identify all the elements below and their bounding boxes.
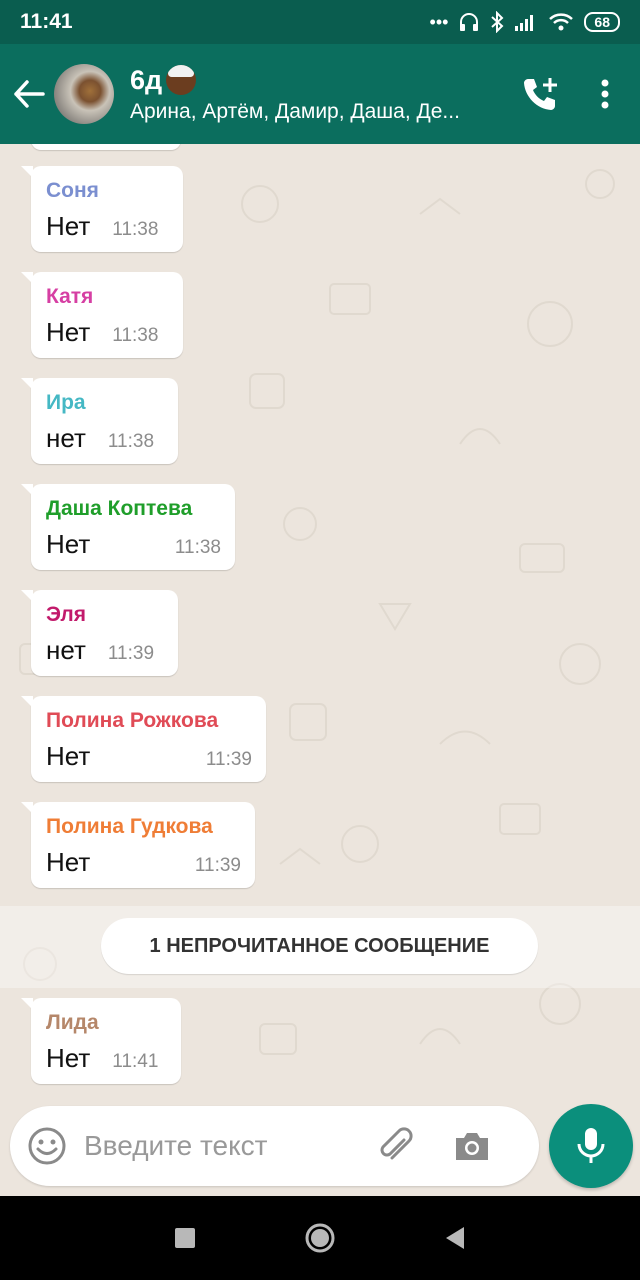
emoji-button[interactable] [26, 1125, 68, 1167]
message-time: 11:38 [107, 431, 155, 452]
system-nav-bar [0, 1196, 640, 1280]
camera-button[interactable] [450, 1124, 494, 1168]
chat-area[interactable]: Соня Нет 11:38 Катя Нет 11:38 Ира нет 11:38… [0, 144, 640, 1106]
chat-participants: Арина, Артём, Дамир, Даша, Де... [130, 99, 460, 123]
message-bubble[interactable]: Полина Рожкова Нет 11:39 [21, 696, 266, 782]
group-avatar[interactable] [54, 64, 114, 124]
message-time: 11:38 [174, 537, 221, 558]
unread-messages-banner: 1 НЕПРОЧИТАННОЕ СООБЩЕНИЕ [101, 918, 538, 974]
emoji-icon [28, 1127, 66, 1165]
message-text: Нет [46, 741, 91, 771]
message-bubble[interactable]: Эля нет 11:39 [21, 590, 178, 676]
message-sender: Полина Рожкова [46, 709, 219, 732]
message-time: 11:38 [112, 325, 159, 346]
message-time: 11:41 [112, 1051, 159, 1072]
message-text: Нет [46, 529, 91, 559]
status-icons: ••• 68 [430, 11, 620, 33]
chat-header: 6д Арина, Артём, Дамир, Даша, Де... [0, 44, 640, 144]
back-button[interactable] [4, 44, 54, 144]
more-vert-icon[interactable] [600, 79, 610, 109]
message-bubble[interactable]: Соня Нет 11:38 [21, 166, 183, 252]
status-time: 11:41 [20, 10, 73, 33]
previous-message-bubble [31, 144, 181, 150]
signal-icon [515, 15, 534, 31]
message-bubble[interactable]: Полина Гудкова Нет 11:39 [21, 802, 255, 888]
turban-emoji-icon [166, 65, 197, 95]
battery-icon: 68 [584, 12, 620, 32]
nav-home-icon[interactable] [304, 1222, 336, 1254]
status-bar: 11:41 ••• 68 [0, 0, 640, 44]
nav-recents-icon[interactable] [174, 1227, 196, 1249]
message-text: нет [46, 635, 86, 665]
message-sender: Эля [46, 603, 87, 626]
message-text: Нет [46, 1043, 91, 1073]
message-text: Нет [46, 317, 91, 347]
message-sender: Ира [46, 391, 86, 414]
message-text: Нет [46, 211, 91, 241]
message-text: нет [46, 423, 86, 453]
headphones-icon [460, 13, 479, 31]
mic-button[interactable] [549, 1104, 633, 1188]
message-time: 11:39 [205, 749, 252, 770]
message-sender: Полина Гудкова [46, 815, 213, 838]
attach-button[interactable] [374, 1124, 418, 1168]
message-sender: Катя [46, 285, 94, 308]
bluetooth-icon [491, 11, 504, 33]
message-bubble[interactable]: Катя Нет 11:38 [21, 272, 183, 358]
mic-icon [577, 1128, 605, 1163]
message-sender: Соня [46, 179, 99, 202]
message-time: 11:39 [107, 643, 155, 664]
message-text: Нет [46, 847, 91, 877]
notification-dots-icon: ••• [429, 11, 449, 32]
message-sender: Лида [46, 1011, 99, 1034]
message-time: 11:39 [194, 855, 241, 876]
message-composer [10, 1106, 539, 1186]
message-input[interactable] [84, 1130, 374, 1162]
message-bubble[interactable]: Ира нет 11:38 [21, 378, 178, 464]
message-bubble[interactable]: Лида Нет 11:41 [21, 998, 181, 1084]
message-time: 11:38 [112, 219, 159, 240]
message-bubble[interactable]: Даша Коптева Нет 11:38 [21, 484, 235, 570]
chat-info[interactable]: 6д Арина, Артём, Дамир, Даша, Де... [130, 65, 490, 124]
chat-title: 6д [130, 64, 163, 95]
wifi-icon [549, 13, 574, 31]
message-sender: Даша Коптева [46, 497, 193, 520]
attach-icon [380, 1127, 413, 1160]
back-arrow-icon [14, 80, 45, 108]
add-call-icon[interactable] [522, 76, 560, 112]
nav-back-icon[interactable] [444, 1226, 466, 1250]
camera-icon [456, 1133, 488, 1160]
